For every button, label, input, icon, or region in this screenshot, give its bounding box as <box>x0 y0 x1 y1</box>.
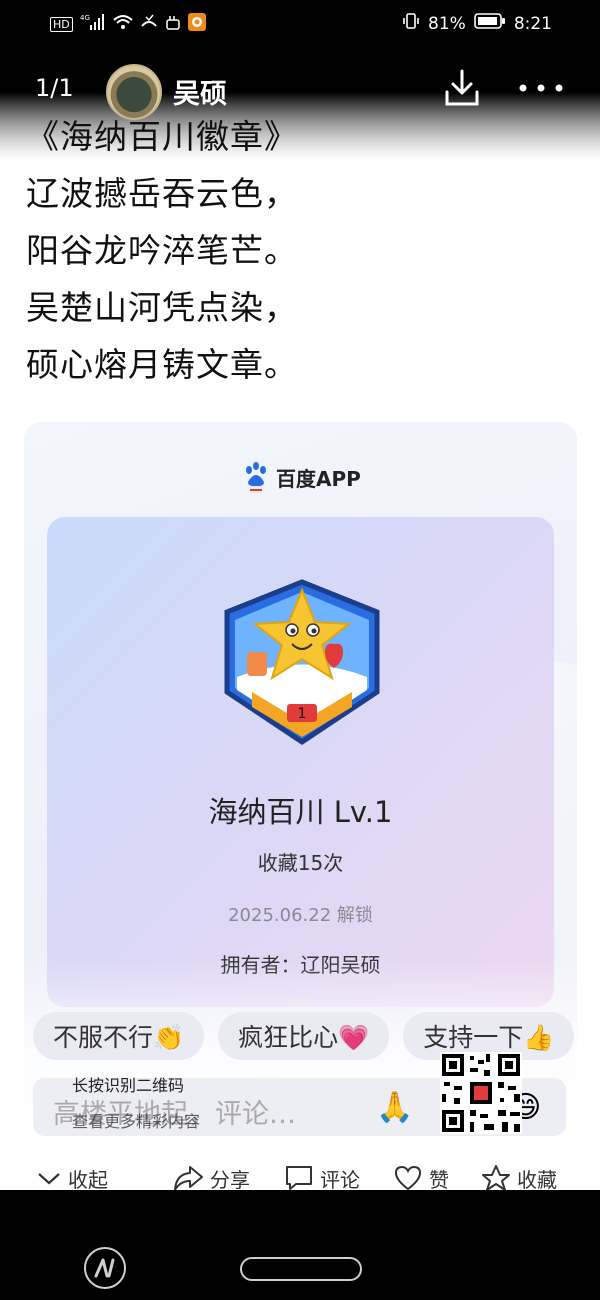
share-label: 分享 <box>210 1167 250 1192</box>
avatar[interactable] <box>106 64 162 120</box>
like-label: 赞 <box>429 1167 449 1192</box>
vibrate-icon <box>402 12 420 35</box>
status-bar: HD 4G 81% 8:21 <box>0 0 600 48</box>
qr-hint-sub: 查看更多精彩内容 <box>72 1112 201 1131</box>
battery-icon <box>474 12 506 35</box>
brand-header: 百度APP <box>244 462 361 492</box>
status-left: HD 4G <box>50 13 206 35</box>
username[interactable]: 吴硕 <box>173 72 227 111</box>
ai-icon <box>94 1258 115 1278</box>
heart-icon <box>394 1165 422 1191</box>
quick-reply-chip[interactable]: 不服不行👏 <box>33 1012 205 1060</box>
more-options-button[interactable] <box>518 80 564 96</box>
status-right: 81% 8:21 <box>402 12 552 35</box>
badge-icon: 1 <box>224 579 380 746</box>
poem-line: 辽波撼岳吞云色， <box>26 174 298 213</box>
signal-icon: 4G <box>80 13 106 35</box>
poem-line: 硕心熔月铸文章。 <box>26 345 298 384</box>
download-button[interactable] <box>444 68 480 108</box>
collapse-label: 收起 <box>68 1167 108 1192</box>
star-icon <box>482 1165 510 1191</box>
svg-text:4G: 4G <box>80 14 90 22</box>
hand-icon <box>165 14 181 34</box>
share-button[interactable]: 分享 <box>172 1164 250 1193</box>
baidu-paw-icon <box>246 462 266 491</box>
poem-line: 吴楚山河凭点染， <box>26 288 298 327</box>
comment-label: 评论 <box>320 1167 360 1192</box>
unlock-date: 2025.06.22 解锁 <box>228 905 373 926</box>
download-icon <box>445 69 479 106</box>
clock: 8:21 <box>513 13 552 34</box>
ai-assistant-button[interactable] <box>84 1247 126 1289</box>
comment-icon <box>286 1166 312 1190</box>
qr-hint: 长按识别二维码 <box>72 1076 185 1095</box>
favorite-button[interactable]: 收藏 <box>481 1164 557 1193</box>
app-notification-icon <box>187 13 206 35</box>
home-gesture-bar[interactable] <box>240 1257 362 1281</box>
badge-title: 海纳百川 Lv.1 <box>208 795 393 829</box>
collapse-button[interactable]: 收起 <box>36 1164 108 1193</box>
badge-panel: 1 海纳百川 Lv.1 收藏15次 2025.06.22 解锁 拥有者：辽阳吴硕 <box>47 517 554 1007</box>
page-count: 1/1 <box>35 74 74 102</box>
poem-title: 《海纳百川徽章》 <box>26 117 298 156</box>
comment-button[interactable]: 评论 <box>284 1164 360 1193</box>
svg-text:1: 1 <box>298 706 307 722</box>
qr-code <box>440 1052 522 1134</box>
quick-reply-chip[interactable]: 疯狂比心💗 <box>218 1012 390 1060</box>
hd-icon: HD <box>50 16 73 32</box>
more-icon <box>519 84 563 92</box>
battery-percent: 81% <box>428 13 466 34</box>
emoji-button[interactable]: 🙏 <box>376 1090 413 1125</box>
favorite-label: 收藏 <box>517 1167 557 1192</box>
chevron-down-icon <box>38 1173 60 1185</box>
favorite-count: 收藏15次 <box>257 851 344 875</box>
qr-code-image <box>442 1054 520 1132</box>
poem-line: 阳谷龙吟淬笔芒。 <box>26 231 298 270</box>
missed-call-icon <box>140 14 158 34</box>
poem-text: 《海纳百川徽章》 辽波撼岳吞云色， 阳谷龙吟淬笔芒。 吴楚山河凭点染， 硕心熔月… <box>26 108 298 393</box>
like-button[interactable]: 赞 <box>393 1164 449 1193</box>
share-icon <box>174 1166 203 1191</box>
wifi-icon <box>113 14 133 34</box>
brand-name: 百度APP <box>276 466 361 491</box>
